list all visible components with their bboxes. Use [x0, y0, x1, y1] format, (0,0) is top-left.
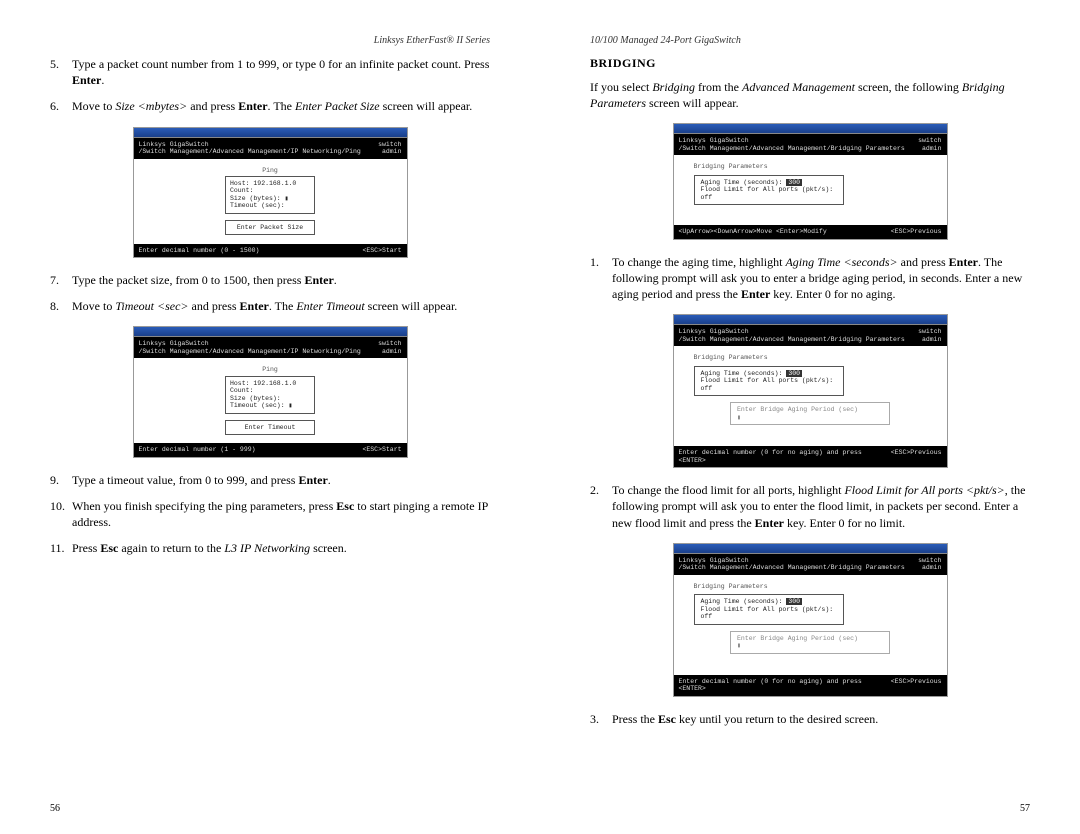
screen-body: Bridging Parameters Aging Time (seconds)… — [674, 575, 947, 675]
step-6: 6. Move to Size <mbytes> and press Enter… — [50, 98, 490, 114]
step-num: 5. — [50, 56, 72, 88]
step-5: 5. Type a packet count number from 1 to … — [50, 56, 490, 88]
step-num: 7. — [50, 272, 72, 288]
ping-params-box: Host: 192.168.1.0 Count: Size (bytes): T… — [225, 376, 315, 414]
screenshot-timeout: Linksys GigaSwitch /Switch Management/Ad… — [133, 326, 408, 457]
screen-header: Linksys GigaSwitch /Switch Management/Ad… — [134, 138, 407, 159]
screen-body: Ping Host: 192.168.1.0 Count: Size (byte… — [134, 159, 407, 244]
flood-prompt-box: Enter Bridge Aging Period (sec) ▮ — [730, 631, 890, 654]
step-num: 6. — [50, 98, 72, 114]
screen-footer: <UpArrow><DownArrow>Move <Enter>Modify <… — [674, 225, 947, 238]
right-steps-list: 1. To change the aging time, highlight A… — [590, 254, 1030, 303]
window-titlebar — [134, 327, 407, 337]
step-9: 9. Type a timeout value, from 0 to 999, … — [50, 472, 490, 488]
timeout-prompt: Enter Timeout — [225, 420, 315, 435]
screenshot-flood-prompt: Linksys GigaSwitch /Switch Management/Ad… — [673, 543, 948, 697]
right-steps-list-3: 3. Press the Esc key until you return to… — [590, 711, 1030, 727]
screen-body: Ping Host: 192.168.1.0 Count: Size (byte… — [134, 358, 407, 443]
bridging-box: Aging Time (seconds): 300 Flood Limit fo… — [694, 366, 844, 396]
step-num: 11. — [50, 540, 72, 556]
left-steps-list-3: 9. Type a timeout value, from 0 to 999, … — [50, 472, 490, 557]
window-titlebar — [674, 544, 947, 554]
screen-footer: Enter decimal number (0 - 1500) <ESC>Sta… — [134, 244, 407, 257]
packet-size-prompt: Enter Packet Size — [225, 220, 315, 235]
ping-params-box: Host: 192.168.1.0 Count: Size (bytes): ▮… — [225, 176, 315, 214]
step-num: 10. — [50, 498, 72, 530]
step-2: 2. To change the flood limit for all por… — [590, 482, 1030, 531]
right-page: 10/100 Managed 24-Port GigaSwitch BRIDGI… — [540, 0, 1080, 834]
screen-footer: Enter decimal number (0 for no aging) an… — [674, 675, 947, 696]
screenshot-bridging-params: Linksys GigaSwitch /Switch Management/Ad… — [673, 123, 948, 239]
right-steps-list-2: 2. To change the flood limit for all por… — [590, 482, 1030, 531]
step-num: 3. — [590, 711, 612, 727]
step-7: 7. Type the packet size, from 0 to 1500,… — [50, 272, 490, 288]
window-titlebar — [674, 124, 947, 134]
step-body: Type a packet count number from 1 to 999… — [72, 56, 490, 88]
screen-body: Bridging Parameters Aging Time (seconds)… — [674, 155, 947, 225]
step-body: Move to Size <mbytes> and press Enter. T… — [72, 98, 490, 114]
left-steps-list: 5. Type a packet count number from 1 to … — [50, 56, 490, 115]
window-titlebar — [134, 128, 407, 138]
screenshot-aging-prompt: Linksys GigaSwitch /Switch Management/Ad… — [673, 314, 948, 468]
step-1: 1. To change the aging time, highlight A… — [590, 254, 1030, 303]
left-steps-list-2: 7. Type the packet size, from 0 to 1500,… — [50, 272, 490, 314]
screen-header: Linksys GigaSwitch /Switch Management/Ad… — [674, 325, 947, 346]
running-head-left: Linksys EtherFast® II Series — [50, 35, 490, 46]
screenshot-packet-size: Linksys GigaSwitch /Switch Management/Ad… — [133, 127, 408, 258]
step-8: 8. Move to Timeout <sec> and press Enter… — [50, 298, 490, 314]
page-number-left: 56 — [50, 803, 60, 814]
section-heading-bridging: BRIDGING — [590, 56, 1030, 71]
left-page: Linksys EtherFast® II Series 5. Type a p… — [0, 0, 540, 834]
running-head-right: 10/100 Managed 24-Port GigaSwitch — [590, 35, 1030, 46]
screen-footer: Enter decimal number (1 - 999) <ESC>Star… — [134, 443, 407, 456]
aging-prompt-box: Enter Bridge Aging Period (sec) ▮ — [730, 402, 890, 425]
screen-header: Linksys GigaSwitch /Switch Management/Ad… — [674, 554, 947, 575]
step-num: 8. — [50, 298, 72, 314]
bridging-box: Aging Time (seconds): 300 Flood Limit fo… — [694, 594, 844, 624]
step-num: 2. — [590, 482, 612, 531]
page-number-right: 57 — [1020, 803, 1030, 814]
bridging-box: Aging Time (seconds): 300 Flood Limit fo… — [694, 175, 844, 205]
screen-footer: Enter decimal number (0 for no aging) an… — [674, 446, 947, 467]
step-num: 1. — [590, 254, 612, 303]
step-3: 3. Press the Esc key until you return to… — [590, 711, 1030, 727]
step-num: 9. — [50, 472, 72, 488]
screen-header: Linksys GigaSwitch /Switch Management/Ad… — [674, 134, 947, 155]
intro-paragraph: If you select Bridging from the Advanced… — [590, 79, 1030, 111]
screen-body: Bridging Parameters Aging Time (seconds)… — [674, 346, 947, 446]
window-titlebar — [674, 315, 947, 325]
step-11: 11. Press Esc again to return to the L3 … — [50, 540, 490, 556]
screen-header: Linksys GigaSwitch /Switch Management/Ad… — [134, 337, 407, 358]
step-10: 10. When you finish specifying the ping … — [50, 498, 490, 530]
